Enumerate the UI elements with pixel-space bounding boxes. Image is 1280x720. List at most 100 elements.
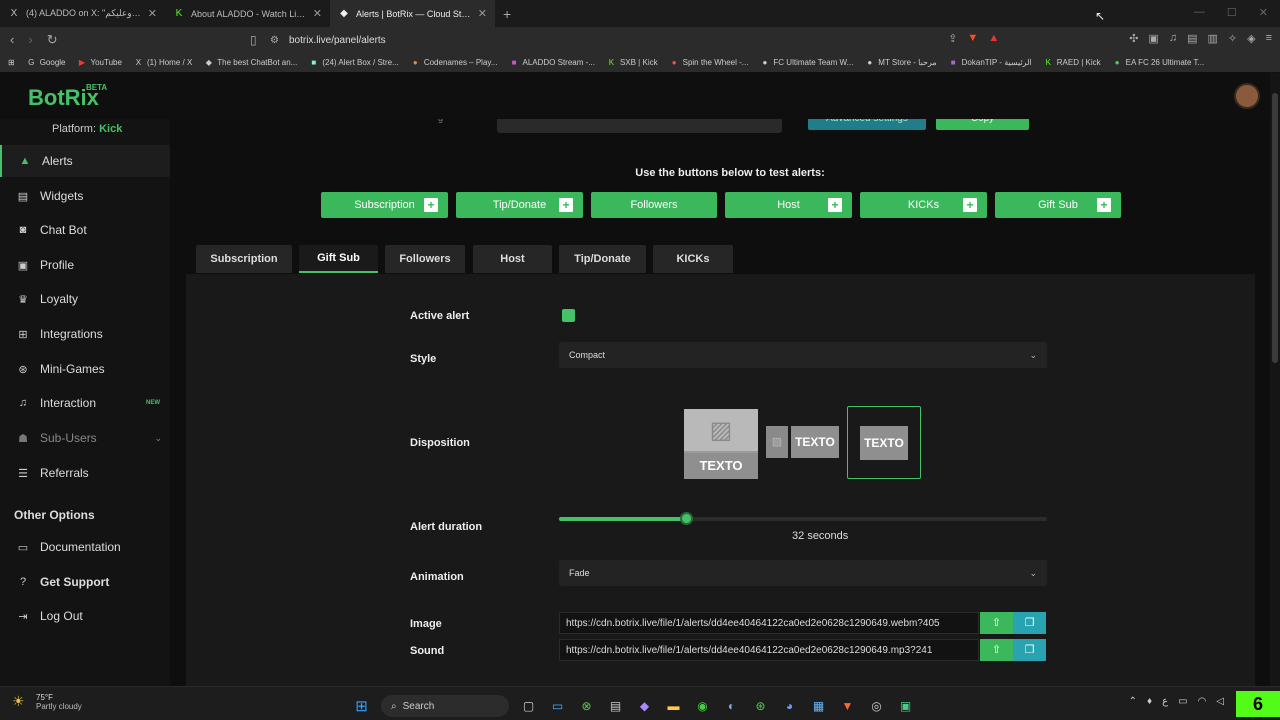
menu-icon[interactable]: ≡ bbox=[1266, 32, 1272, 45]
sidebar-item-referrals[interactable]: ☰ Referrals bbox=[0, 457, 170, 489]
bookmark-google[interactable]: G Google bbox=[27, 58, 65, 67]
disposition-option-overlay[interactable]: TEXTO bbox=[847, 406, 921, 479]
sidebar-item-profile[interactable]: ▣ Profile bbox=[0, 249, 170, 281]
windows-start-icon[interactable]: ⊞ bbox=[352, 697, 371, 716]
maximize-icon[interactable]: ☐ bbox=[1227, 6, 1237, 19]
bookmark-chatbot[interactable]: ◆ The best ChatBot an... bbox=[204, 58, 298, 67]
store-icon[interactable]: ▤ bbox=[606, 697, 625, 716]
sidebar-item-log-out[interactable]: ⇥ Log Out bbox=[0, 600, 170, 632]
back-icon[interactable]: ‹ bbox=[10, 32, 14, 48]
sidebar-item-widgets[interactable]: ▤ Widgets bbox=[0, 180, 170, 212]
bookmark-icon[interactable]: ▯ bbox=[250, 33, 257, 47]
url-field[interactable]: ⚙ botrix.live/panel/alerts bbox=[270, 30, 970, 50]
mic-icon[interactable]: ♦ bbox=[1147, 696, 1152, 707]
sidebar-item-chat-bot[interactable]: ◙ Chat Bot bbox=[0, 214, 170, 246]
sidebar-item-get-support[interactable]: ? Get Support bbox=[0, 566, 170, 598]
close-icon[interactable]: ✕ bbox=[478, 7, 487, 20]
bookmark-x[interactable]: X (1) Home / X bbox=[134, 58, 193, 67]
slider-handle[interactable] bbox=[679, 512, 693, 525]
browser-tab-x[interactable]: X (4) ALADDO on X: "سبارك علينا وعليكم ✕ bbox=[0, 0, 165, 27]
tab-gift-sub[interactable]: Gift Sub bbox=[299, 245, 378, 273]
close-icon[interactable]: ✕ bbox=[148, 7, 157, 20]
minimize-icon[interactable]: — bbox=[1194, 6, 1205, 19]
reload-icon[interactable]: ↻ bbox=[47, 32, 58, 48]
tab-followers[interactable]: Followers bbox=[385, 245, 465, 273]
bookmark-alertbox[interactable]: ■ (24) Alert Box / Stre... bbox=[309, 58, 398, 67]
brave-icon[interactable]: ▼ bbox=[838, 697, 857, 716]
window-app-icon[interactable]: ▭ bbox=[548, 697, 567, 716]
close-window-icon[interactable]: ✕ bbox=[1259, 6, 1268, 19]
discord-icon[interactable]: ◕ bbox=[780, 697, 799, 716]
blurred-url-field[interactable] bbox=[497, 119, 782, 133]
share-icon[interactable]: ⇪ bbox=[948, 32, 957, 45]
tab-host[interactable]: Host bbox=[473, 245, 552, 273]
sidebar-item-mini-games[interactable]: ⊛ Mini-Games bbox=[0, 353, 170, 385]
sidebar-item-documentation[interactable]: ▭ Documentation bbox=[0, 531, 170, 563]
gallery-image-button[interactable]: ❐ bbox=[1013, 612, 1046, 634]
bookmark-ea-fc[interactable]: ● EA FC 26 Ultimate T... bbox=[1113, 58, 1204, 67]
test-kicks-button[interactable]: KICKs + bbox=[860, 192, 987, 218]
chevron-up-icon[interactable]: ⌃ bbox=[1129, 696, 1137, 707]
new-tab-button[interactable]: + bbox=[503, 6, 511, 22]
upload-sound-button[interactable]: ⇧ bbox=[980, 639, 1013, 661]
obs-icon[interactable]: ◎ bbox=[867, 697, 886, 716]
apps-icon[interactable]: ⊞ bbox=[8, 58, 15, 67]
active-alert-checkbox[interactable] bbox=[562, 309, 575, 322]
browser-tab-botrix[interactable]: ◆ Alerts | BotRix — Cloud Streaming ✕ bbox=[330, 0, 495, 27]
bookmark-spin-wheel[interactable]: ● Spin the Wheel -... bbox=[670, 58, 749, 67]
notepad-icon[interactable]: ▦ bbox=[809, 697, 828, 716]
disposition-option-stacked[interactable]: ▨ TEXTO bbox=[684, 409, 758, 479]
taskbar-search[interactable]: ⌕ Search bbox=[381, 695, 509, 717]
site-info-icon[interactable]: ⚙ bbox=[270, 35, 279, 46]
browser-tab-kick[interactable]: K About ALADDO - Watch Live on Kick ✕ bbox=[165, 0, 330, 27]
sidebar-item-loyalty[interactable]: ♛ Loyalty bbox=[0, 283, 170, 315]
brave-shield-icon[interactable]: ▼ bbox=[967, 32, 978, 45]
bookmark-fc-ultimate[interactable]: ● FC Ultimate Team W... bbox=[760, 58, 854, 67]
sidebar-item-sub-users[interactable]: ☗ Sub-Users ⌄ bbox=[0, 422, 170, 454]
bookmark-sxb-kick[interactable]: K SXB | Kick bbox=[607, 58, 658, 67]
sidebar-item-integrations[interactable]: ⊞ Integrations bbox=[0, 318, 170, 350]
xbox-icon[interactable]: ⊗ bbox=[577, 697, 596, 716]
bookmark-aladdo-stream[interactable]: ■ ALADDO Stream -... bbox=[509, 58, 595, 67]
style-select[interactable]: Compact ⌄ bbox=[559, 342, 1047, 368]
test-host-button[interactable]: Host + bbox=[725, 192, 852, 218]
wifi-icon[interactable]: ◠ bbox=[1198, 696, 1207, 707]
test-subscription-button[interactable]: Subscription + bbox=[321, 192, 448, 218]
test-tip-donate-button[interactable]: Tip/Donate + bbox=[456, 192, 583, 218]
animation-select[interactable]: Fade ⌄ bbox=[559, 560, 1047, 586]
wallet-icon[interactable]: ▣ bbox=[1148, 32, 1158, 45]
steam-icon[interactable]: ◐ bbox=[722, 697, 741, 716]
language-icon[interactable]: ع bbox=[1162, 696, 1168, 707]
disposition-option-side[interactable]: ▨ TEXTO bbox=[766, 426, 839, 458]
close-icon[interactable]: ✕ bbox=[313, 7, 322, 20]
reader-icon[interactable]: ▥ bbox=[1207, 32, 1217, 45]
sidebar-icon[interactable]: ▤ bbox=[1187, 32, 1197, 45]
sound-url-field[interactable]: https://cdn.botrix.live/file/1/alerts/dd… bbox=[559, 639, 979, 661]
copy-button[interactable]: Copy bbox=[936, 119, 1029, 130]
bookmark-mt-store[interactable]: ● MT Store - مرحبا bbox=[865, 58, 936, 67]
scrollbar-thumb[interactable] bbox=[1272, 93, 1278, 363]
music-icon[interactable]: ♫ bbox=[1169, 32, 1177, 45]
avatar[interactable] bbox=[1234, 83, 1260, 109]
forward-icon[interactable]: › bbox=[28, 32, 32, 48]
bookmark-codenames[interactable]: ● Codenames – Play... bbox=[411, 58, 498, 67]
extensions-icon[interactable]: ✣ bbox=[1129, 32, 1138, 45]
upload-image-button[interactable]: ⇧ bbox=[980, 612, 1013, 634]
folder-icon[interactable]: ▬ bbox=[664, 697, 683, 716]
app-icon[interactable]: ▣ bbox=[896, 697, 915, 716]
bookmark-raed-kick[interactable]: K RAED | Kick bbox=[1044, 58, 1101, 67]
test-gift-sub-button[interactable]: Gift Sub + bbox=[995, 192, 1121, 218]
alert-duration-slider[interactable] bbox=[559, 512, 1047, 525]
sidebar-item-alerts[interactable]: ▲ Alerts bbox=[0, 145, 170, 177]
tab-subscription[interactable]: Subscription bbox=[196, 245, 292, 273]
game-icon[interactable]: ◆ bbox=[635, 697, 654, 716]
xbox-app-icon[interactable]: ⊛ bbox=[751, 697, 770, 716]
gallery-sound-button[interactable]: ❐ bbox=[1013, 639, 1046, 661]
volume-icon[interactable]: ◁ bbox=[1216, 696, 1224, 707]
advanced-settings-button[interactable]: Advanced settings bbox=[808, 119, 926, 130]
rewards-icon[interactable]: ▲ bbox=[988, 32, 999, 45]
weather-widget[interactable]: ☀ 75°F Partly cloudy bbox=[12, 693, 82, 711]
bookmark-youtube[interactable]: ▶ YouTube bbox=[78, 58, 122, 67]
page-scrollbar[interactable] bbox=[1270, 73, 1280, 686]
chrome-icon[interactable]: ◉ bbox=[693, 697, 712, 716]
